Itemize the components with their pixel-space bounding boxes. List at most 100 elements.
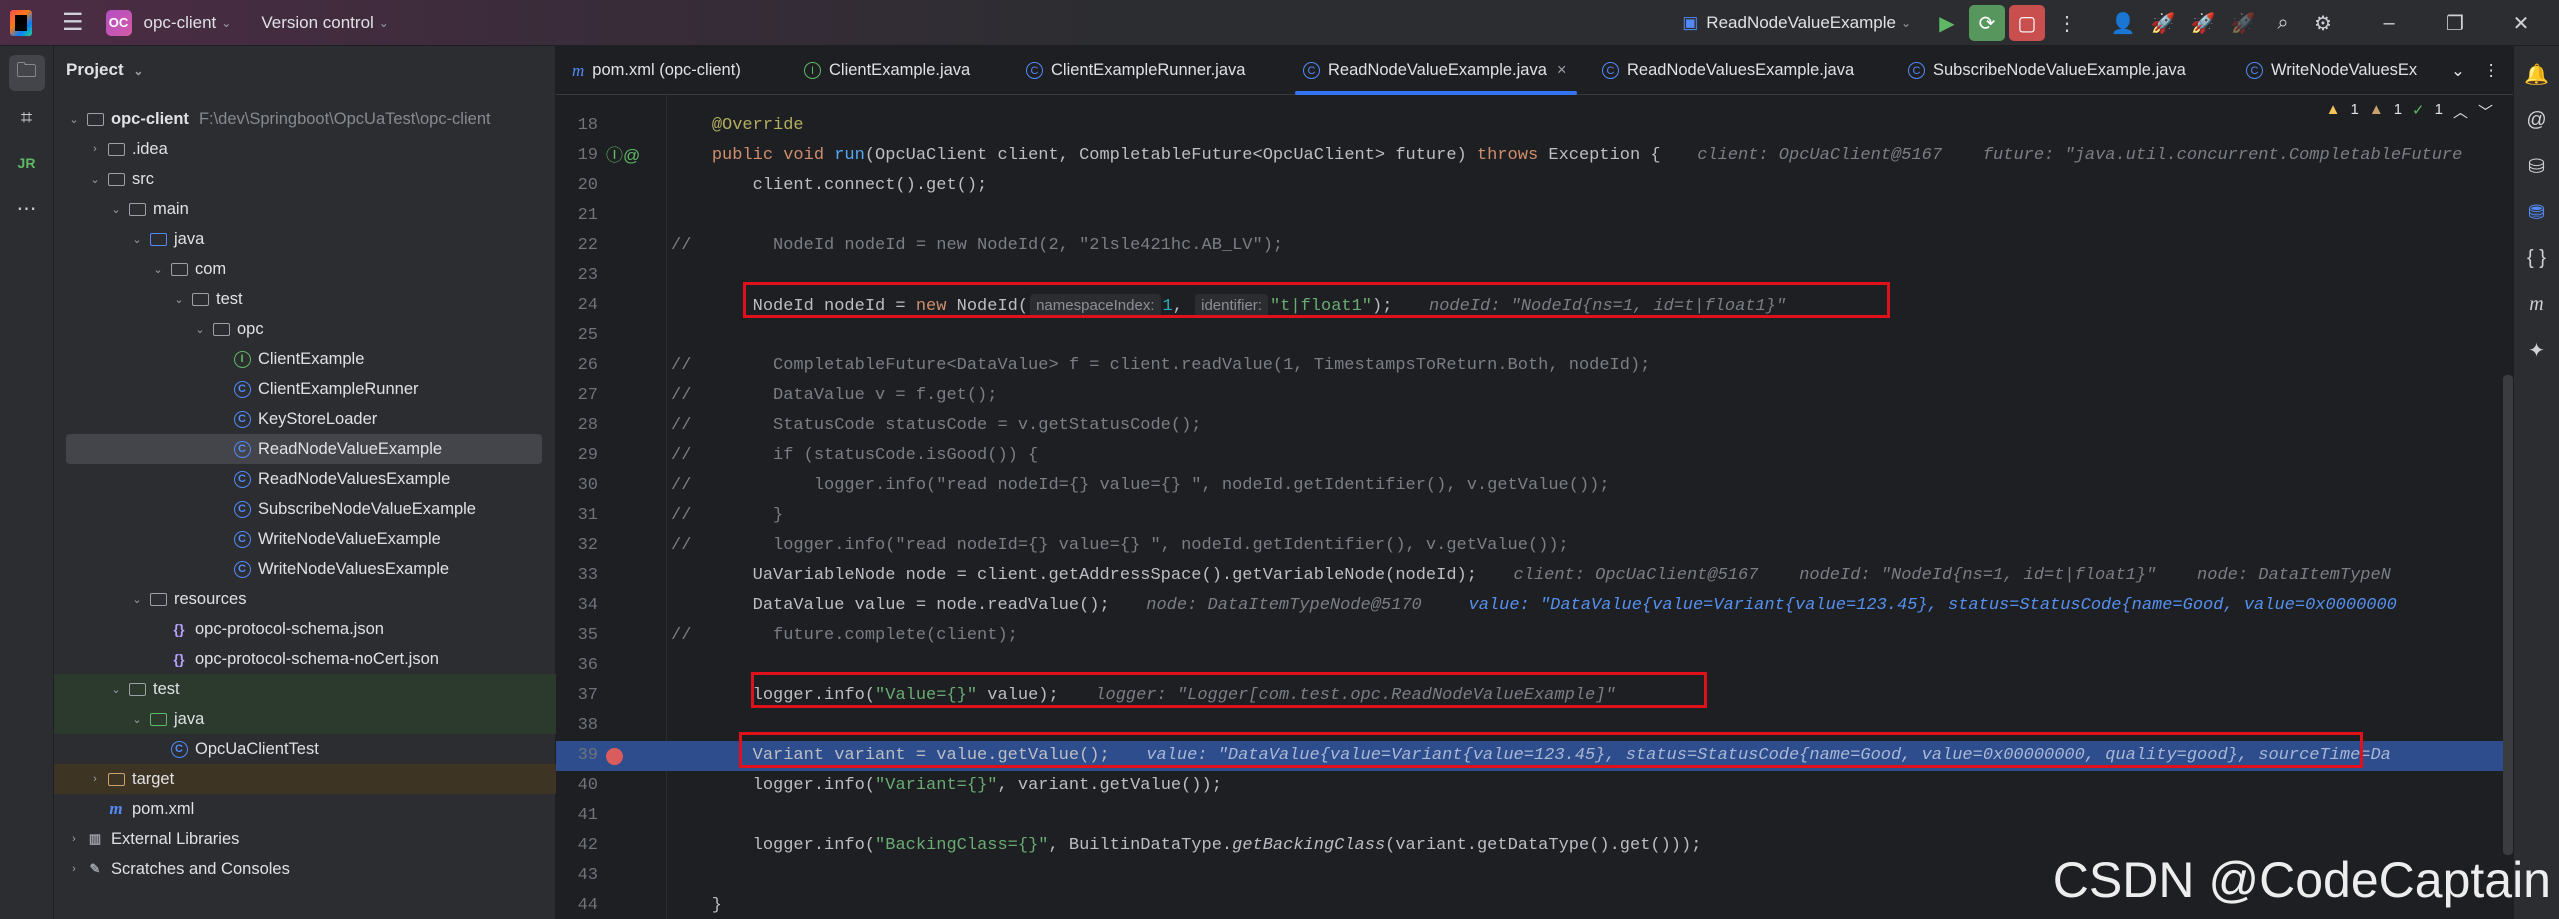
next-highlight-icon[interactable]: ﹀ xyxy=(2478,101,2493,122)
tree-item[interactable]: C SubscribeNodeValueExample xyxy=(54,494,556,524)
tree-item[interactable]: ⌄ com xyxy=(54,254,556,284)
tree-item[interactable]: ⌄ java xyxy=(54,704,556,734)
tree-item[interactable]: ⌄ resources xyxy=(54,584,556,614)
line-number[interactable]: 34 xyxy=(556,591,598,621)
inspection-widget[interactable]: ▲ 1 ▲ 1 ✓ 1 ︿ ﹀ xyxy=(2326,101,2493,122)
code-line[interactable]: 18 @Override xyxy=(556,111,2513,141)
code-line[interactable]: 20 client.connect().get(); xyxy=(556,171,2513,201)
code-line[interactable]: 26 // CompletableFuture<DataValue> f = cl… xyxy=(556,351,2513,381)
line-number[interactable]: 25 xyxy=(556,321,598,351)
line-number[interactable]: 21 xyxy=(556,201,598,231)
chevron-right-icon[interactable]: › xyxy=(87,143,103,155)
search-icon[interactable]: ⌕ xyxy=(2265,5,2301,41)
line-number[interactable]: 23 xyxy=(556,261,598,291)
tree-item[interactable]: C ReadNodeValueExample xyxy=(66,434,542,464)
rerun-debug-button[interactable]: ⟳ xyxy=(1969,5,2005,41)
chevron-down-icon[interactable]: ⌄ xyxy=(87,173,103,186)
database-stack-icon[interactable]: ⛃ xyxy=(2519,194,2555,230)
tree-item[interactable]: › ✎ Scratches and Consoles xyxy=(54,854,556,884)
tree-item[interactable]: › ▥ External Libraries xyxy=(54,824,556,854)
code-line[interactable]: 30 // logger.info("read nodeId={} value={… xyxy=(556,471,2513,501)
json-braces-icon[interactable]: { } xyxy=(2519,240,2555,276)
stop-button[interactable]: ▢ xyxy=(2009,5,2045,41)
main-menu-icon[interactable]: ☰ xyxy=(62,8,84,37)
code-line[interactable]: 34 DataValue value = node.readValue(); n… xyxy=(556,591,2513,621)
code-line[interactable]: 28 // StatusCode statusCode = v.getStatus… xyxy=(556,411,2513,441)
minimize-icon[interactable]: – xyxy=(2371,5,2407,41)
tree-item[interactable]: {} opc-protocol-schema.json xyxy=(54,614,556,644)
chevron-down-icon[interactable]: ⌄ xyxy=(129,233,145,246)
database-icon[interactable]: ⛁ xyxy=(2519,148,2555,184)
tree-item[interactable]: › target xyxy=(54,764,556,794)
code-line[interactable]: 29 // if (statusCode.isGood()) { xyxy=(556,441,2513,471)
tab-writenodevaluesex[interactable]: C WriteNodeValuesEx xyxy=(2246,46,2417,95)
line-number[interactable]: 44 xyxy=(556,891,598,919)
jrebel-icon[interactable]: JR xyxy=(9,145,45,181)
structure-icon[interactable]: ⌗ xyxy=(9,100,45,136)
maven-icon[interactable]: m xyxy=(2519,286,2555,322)
line-number[interactable]: 22 xyxy=(556,231,598,261)
tab-clientexamplerunner-java[interactable]: C ClientExampleRunner.java xyxy=(1026,46,1245,95)
line-number[interactable]: 40 xyxy=(556,771,598,801)
disabled-rocket-icon[interactable]: 🚀 xyxy=(2225,5,2261,41)
line-number[interactable]: 42 xyxy=(556,831,598,861)
code-line[interactable]: 32 // logger.info("read nodeId={} value={… xyxy=(556,531,2513,561)
chevron-right-icon[interactable]: › xyxy=(66,863,82,875)
gear-icon[interactable]: ⚙ xyxy=(2305,5,2341,41)
line-number[interactable]: 37 xyxy=(556,681,598,711)
code-line[interactable]: 33 UaVariableNode node = client.getAddre… xyxy=(556,561,2513,591)
line-number[interactable]: 27 xyxy=(556,381,598,411)
debug-rocket-icon[interactable]: 🚀 xyxy=(2185,5,2221,41)
code-line[interactable]: 41 xyxy=(556,801,2513,831)
code-line[interactable]: 40 logger.info("Variant={}", variant.get… xyxy=(556,771,2513,801)
chevron-right-icon[interactable]: › xyxy=(87,773,103,785)
chevron-down-icon[interactable]: ⌄ xyxy=(108,683,124,696)
tab-clientexample-java[interactable]: I ClientExample.java xyxy=(804,46,970,95)
code-line[interactable]: 19 Ⓘ@ public void run(OpcUaClient client,… xyxy=(556,141,2513,171)
code-line[interactable]: 22 // NodeId nodeId = new NodeId(2, "2lsl… xyxy=(556,231,2513,261)
line-number[interactable]: 20 xyxy=(556,171,598,201)
sparkle-icon[interactable]: ✦ xyxy=(2519,332,2555,368)
more-tools-icon[interactable]: ⋯ xyxy=(9,190,45,226)
version-control-menu[interactable]: Version control ⌄ xyxy=(261,13,389,33)
code-line[interactable]: 27 // DataValue v = f.get(); xyxy=(556,381,2513,411)
tree-item[interactable]: {} opc-protocol-schema-noCert.json xyxy=(54,644,556,674)
tree-item[interactable]: C ClientExampleRunner xyxy=(54,374,556,404)
run-config-selector[interactable]: ▣ ReadNodeValueExample ⌄ xyxy=(1682,13,1911,33)
resume-icon[interactable]: ▶ xyxy=(1929,5,1965,41)
line-number[interactable]: 26 xyxy=(556,351,598,381)
line-number[interactable]: 31 xyxy=(556,501,598,531)
tab-overflow-menu[interactable]: ⌄ ⋮ xyxy=(2451,46,2499,95)
line-number[interactable]: 39 xyxy=(556,741,598,771)
code-line[interactable]: 25 xyxy=(556,321,2513,351)
deploy-rocket-icon[interactable]: 🚀 xyxy=(2145,5,2181,41)
more-actions-icon[interactable]: ⋮ xyxy=(2049,5,2085,41)
breakpoint-icon[interactable] xyxy=(606,748,623,765)
line-number[interactable]: 18 xyxy=(556,111,598,141)
line-number[interactable]: 29 xyxy=(556,441,598,471)
line-number[interactable]: 32 xyxy=(556,531,598,561)
code-line[interactable]: 31 // } xyxy=(556,501,2513,531)
tree-item[interactable]: C WriteNodeValueExample xyxy=(54,524,556,554)
tree-item[interactable]: › .idea xyxy=(54,134,556,164)
chevron-right-icon[interactable]: › xyxy=(66,833,82,845)
code-line[interactable]: 21 xyxy=(556,201,2513,231)
tab-pom-xml-opc-client-[interactable]: m pom.xml (opc-client) xyxy=(572,46,741,95)
chevron-down-icon[interactable]: ⌄ xyxy=(150,263,166,276)
tree-item[interactable]: ⌄ opc xyxy=(54,314,556,344)
implements-gutter-icon[interactable]: Ⓘ@ xyxy=(606,141,640,171)
line-number[interactable]: 41 xyxy=(556,801,598,831)
restore-icon[interactable]: ❐ xyxy=(2437,5,2473,41)
line-number[interactable]: 19 xyxy=(556,141,598,171)
close-icon[interactable]: ✕ xyxy=(2503,5,2539,41)
tree-item[interactable]: m pom.xml xyxy=(54,794,556,824)
tree-item[interactable]: C WriteNodeValuesExample xyxy=(54,554,556,584)
line-number[interactable]: 33 xyxy=(556,561,598,591)
project-switcher[interactable]: opc-client ⌄ xyxy=(144,13,232,33)
vertical-scrollbar[interactable] xyxy=(2503,375,2513,855)
tree-item[interactable]: ⌄ opc-client F:\dev\Springboot\OpcUaTest\o… xyxy=(54,104,556,134)
project-folder-icon[interactable]: 🗀 xyxy=(8,55,45,91)
tree-item[interactable]: C OpcUaClientTest xyxy=(54,734,556,764)
chevron-down-icon[interactable]: ⌄ xyxy=(129,713,145,726)
line-number[interactable]: 43 xyxy=(556,861,598,891)
